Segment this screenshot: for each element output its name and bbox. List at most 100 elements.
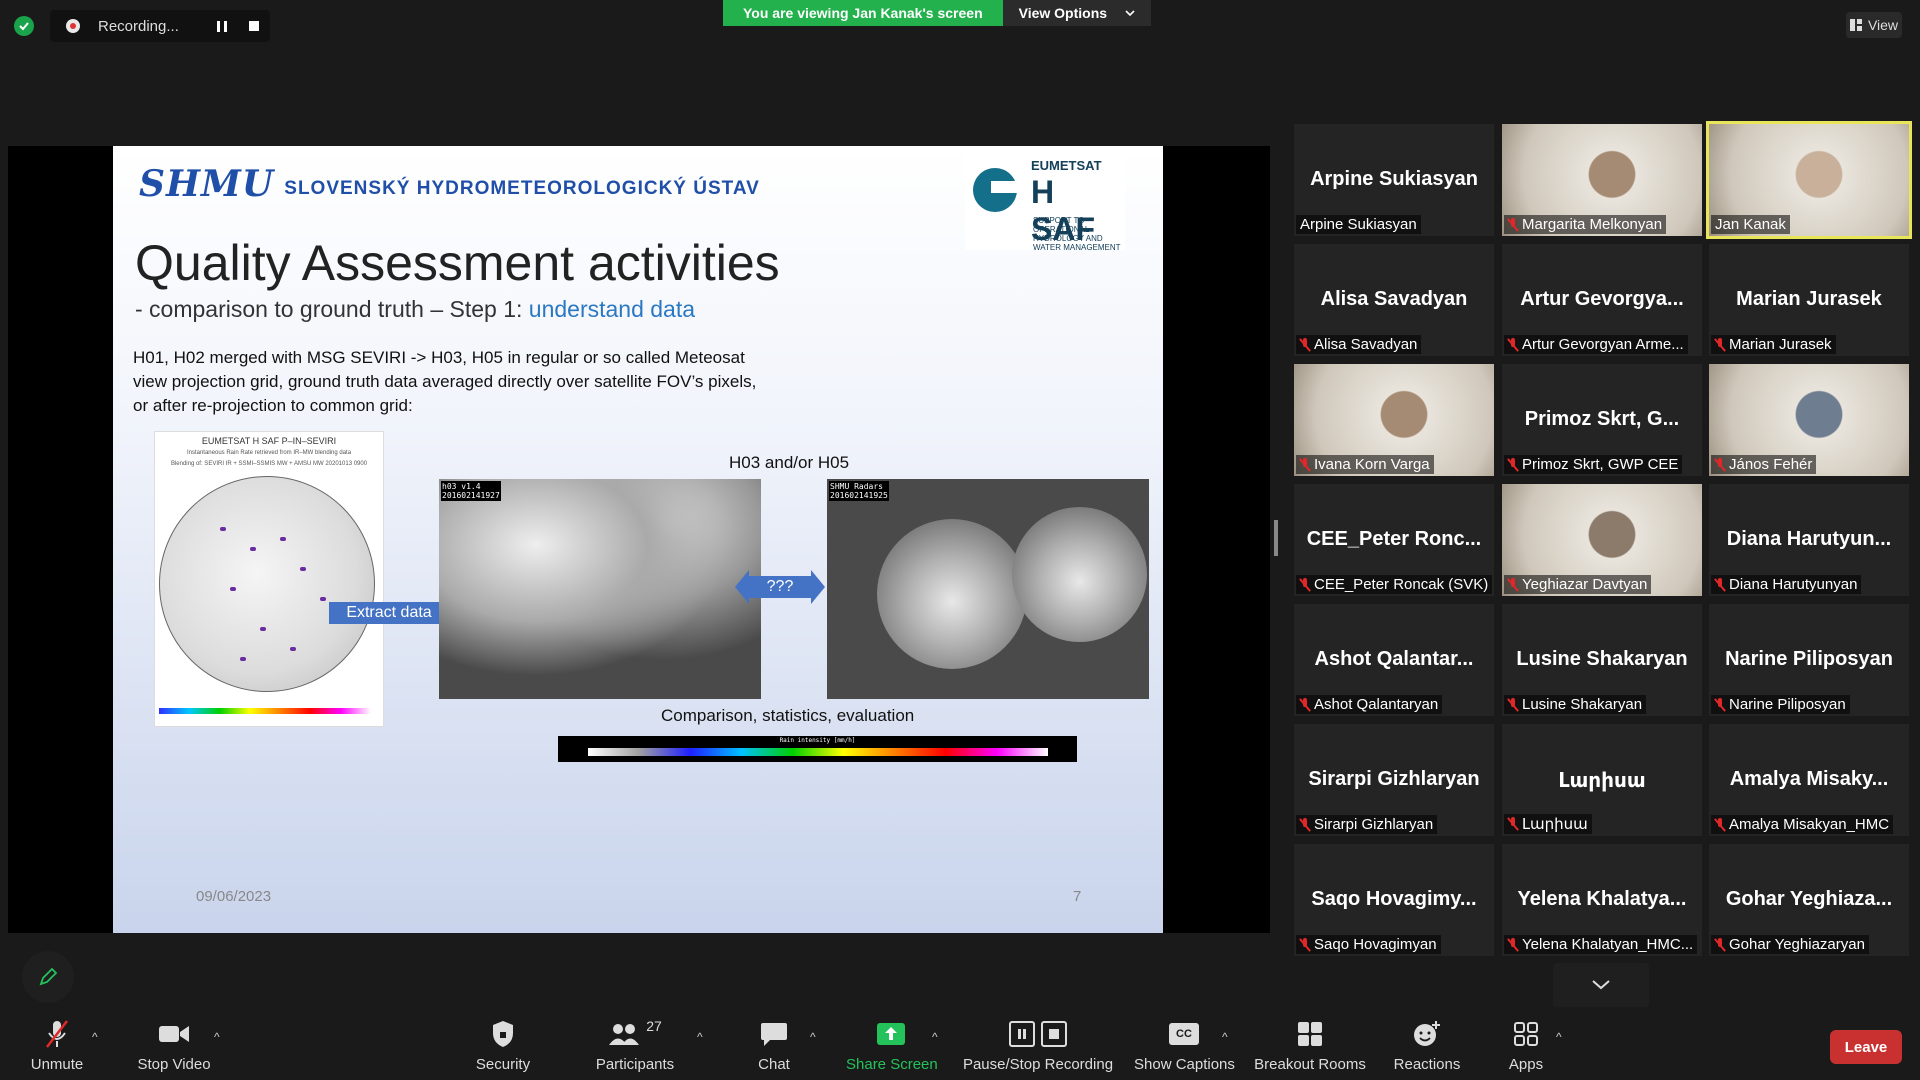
apps-label: Apps bbox=[1508, 1056, 1544, 1073]
stop-video-label: Stop Video bbox=[137, 1056, 211, 1073]
pause-icon bbox=[217, 20, 227, 32]
participant-tile[interactable]: Arpine Sukiasyan Arpine Sukiasyan bbox=[1294, 124, 1494, 236]
view-label: View bbox=[1867, 17, 1899, 33]
participants-options-caret[interactable]: ^ bbox=[697, 1030, 703, 1044]
participant-name: Arpine Sukiasyan bbox=[1300, 216, 1417, 233]
participant-tile[interactable]: Gohar Yeghiaza... Gohar Yeghiazaryan bbox=[1709, 844, 1909, 956]
participant-tile[interactable]: Ivana Korn Varga bbox=[1294, 364, 1494, 476]
participant-tile[interactable]: János Fehér bbox=[1709, 364, 1909, 476]
participant-tile[interactable]: Ashot Qalantar... Ashot Qalantaryan bbox=[1294, 604, 1494, 716]
hsaf-subtitle: SUPPORT TO OPERATIONAL HYDROLOGY AND WAT… bbox=[1033, 216, 1121, 252]
colorbar-label: Rain intensity [mm/h] bbox=[779, 737, 856, 744]
participant-tile[interactable]: Saqo Hovagimy... Saqo Hovagimyan bbox=[1294, 844, 1494, 956]
participant-name: Ivana Korn Varga bbox=[1314, 456, 1430, 473]
grid-view-icon bbox=[1849, 19, 1862, 31]
security-button[interactable]: Security bbox=[470, 1018, 536, 1073]
microphone-muted-icon bbox=[1715, 337, 1725, 352]
participant-tile[interactable]: Լարիսա Լարիսա bbox=[1502, 724, 1702, 836]
subtitle-highlight: understand data bbox=[528, 296, 696, 322]
participant-name-tag: Amalya Misakyan_HMC bbox=[1711, 815, 1894, 834]
microphone-muted-icon bbox=[1300, 937, 1310, 952]
h03-label-a: h03 v1.4 bbox=[442, 482, 481, 491]
participant-tile[interactable]: Lusine Shakaryan Lusine Shakaryan bbox=[1502, 604, 1702, 716]
unmute-button[interactable]: Unmute bbox=[26, 1018, 88, 1073]
show-captions-button[interactable]: CC Show Captions bbox=[1134, 1018, 1235, 1073]
slide-date: 09/06/2023 bbox=[196, 888, 272, 905]
apps-icon bbox=[1514, 1022, 1538, 1046]
participant-tile[interactable]: Narine Piliposyan Narine Piliposyan bbox=[1709, 604, 1909, 716]
shmu-header: SHMU SLOVENSKÝ HYDROMETEOROLOGICKÝ ÚSTAV bbox=[139, 166, 760, 202]
participant-display-name: Marian Jurasek bbox=[1736, 288, 1882, 310]
chat-button[interactable]: Chat bbox=[754, 1018, 794, 1073]
microphone-muted-icon bbox=[1715, 697, 1725, 712]
participant-name: János Fehér bbox=[1729, 456, 1813, 473]
participants-button[interactable]: 27 Participants bbox=[592, 1018, 678, 1073]
participant-name-tag: Jan Kanak bbox=[1711, 215, 1790, 234]
participant-display-name: Arpine Sukiasyan bbox=[1310, 168, 1478, 190]
annotate-button[interactable] bbox=[22, 951, 74, 1003]
video-options-caret[interactable]: ^ bbox=[214, 1030, 220, 1044]
breakout-rooms-button[interactable]: Breakout Rooms bbox=[1254, 1018, 1366, 1073]
map-subtitle-1: Instantaneous Rain Rate retrieved from I… bbox=[186, 450, 352, 456]
participant-tile[interactable]: CEE_Peter Ronc... CEE_Peter Roncak (SVK) bbox=[1294, 484, 1494, 596]
participant-display-name: Ashot Qalantar... bbox=[1314, 648, 1474, 670]
audio-options-caret[interactable]: ^ bbox=[92, 1030, 98, 1044]
participant-display-name: Saqo Hovagimy... bbox=[1311, 888, 1477, 910]
participant-name: Marian Jurasek bbox=[1729, 336, 1832, 353]
stop-video-button[interactable]: Stop Video bbox=[134, 1018, 214, 1073]
leave-meeting-button[interactable]: Leave bbox=[1830, 1030, 1902, 1064]
participant-tile[interactable]: Margarita Melkonyan bbox=[1502, 124, 1702, 236]
chat-options-caret[interactable]: ^ bbox=[810, 1030, 816, 1044]
participant-display-name: Լարիսա bbox=[1558, 770, 1646, 792]
compare-arrow: ??? bbox=[735, 570, 825, 604]
participant-name: Alisa Savadyan bbox=[1314, 336, 1418, 353]
gallery-scroll-down-button[interactable] bbox=[1553, 963, 1649, 1007]
participant-tile[interactable]: Sirarpi Gizhlaryan Sirarpi Gizhlaryan bbox=[1294, 724, 1494, 836]
participant-tile[interactable]: Diana Harutyun... Diana Harutyunyan bbox=[1709, 484, 1909, 596]
participant-display-name: Sirarpi Gizhlaryan bbox=[1308, 768, 1480, 790]
participant-name: Yeghiazar Davtyan bbox=[1522, 576, 1648, 593]
reactions-button[interactable]: Reactions bbox=[1390, 1018, 1464, 1073]
view-options-button[interactable]: View Options bbox=[1002, 0, 1152, 26]
participant-name-tag: Margarita Melkonyan bbox=[1504, 215, 1667, 234]
participant-display-name: Artur Gevorgya... bbox=[1520, 288, 1684, 310]
participant-name-tag: János Fehér bbox=[1711, 455, 1817, 474]
participant-name: Saqo Hovagimyan bbox=[1314, 936, 1437, 953]
split-view-handle[interactable] bbox=[1274, 520, 1278, 556]
chat-label: Chat bbox=[758, 1056, 790, 1073]
participant-tile[interactable]: Yeghiazar Davtyan bbox=[1502, 484, 1702, 596]
pause-recording-button[interactable] bbox=[214, 18, 230, 34]
share-options-caret[interactable]: ^ bbox=[932, 1030, 938, 1044]
participant-tile[interactable]: Jan Kanak bbox=[1706, 121, 1912, 239]
hsaf-logo: EUMETSAT H SAF SUPPORT TO OPERATIONAL HY… bbox=[965, 150, 1125, 252]
apps-options-caret[interactable]: ^ bbox=[1556, 1030, 1562, 1044]
security-shield-icon[interactable] bbox=[14, 16, 34, 36]
microphone-muted-icon bbox=[1508, 577, 1518, 592]
map-title: EUMETSAT H SAF P–IN–SEVIRI bbox=[201, 436, 337, 446]
participant-name: Jan Kanak bbox=[1715, 216, 1786, 233]
share-screen-button[interactable]: Share Screen bbox=[846, 1018, 938, 1073]
microphone-muted-icon bbox=[1508, 937, 1518, 952]
participant-tile[interactable]: Alisa Savadyan Alisa Savadyan bbox=[1294, 244, 1494, 356]
participant-tile[interactable]: Primoz Skrt, G... Primoz Skrt, GWP CEE bbox=[1502, 364, 1702, 476]
apps-button[interactable]: Apps bbox=[1500, 1018, 1552, 1073]
participant-tile[interactable]: Amalya Misaky... Amalya Misakyan_HMC bbox=[1709, 724, 1909, 836]
participant-tile[interactable]: Marian Jurasek Marian Jurasek bbox=[1709, 244, 1909, 356]
captions-options-caret[interactable]: ^ bbox=[1222, 1030, 1228, 1044]
stop-recording-button[interactable] bbox=[246, 18, 262, 34]
radar-circle-2 bbox=[1012, 507, 1147, 642]
slide-title: Quality Assessment activities bbox=[135, 235, 780, 291]
microphone-muted-icon bbox=[1300, 817, 1310, 832]
microphone-muted-icon bbox=[1508, 697, 1518, 712]
participant-name-tag: Yeghiazar Davtyan bbox=[1504, 575, 1652, 594]
participants-count: 27 bbox=[646, 1018, 662, 1034]
globe-image bbox=[159, 476, 375, 692]
pause-stop-recording-button[interactable]: Pause/Stop Recording bbox=[962, 1018, 1114, 1073]
map-colorbar bbox=[159, 708, 371, 714]
emoji-add-icon bbox=[1414, 1021, 1440, 1046]
participant-tile[interactable]: Yelena Khalatya... Yelena Khalatyan_HMC..… bbox=[1502, 844, 1702, 956]
participant-name-tag: Sirarpi Gizhlaryan bbox=[1296, 815, 1438, 834]
radar-label-a: SHMU Radars bbox=[830, 482, 883, 491]
participant-tile[interactable]: Artur Gevorgya... Artur Gevorgyan Arme... bbox=[1502, 244, 1702, 356]
view-layout-button[interactable]: View bbox=[1846, 12, 1902, 38]
